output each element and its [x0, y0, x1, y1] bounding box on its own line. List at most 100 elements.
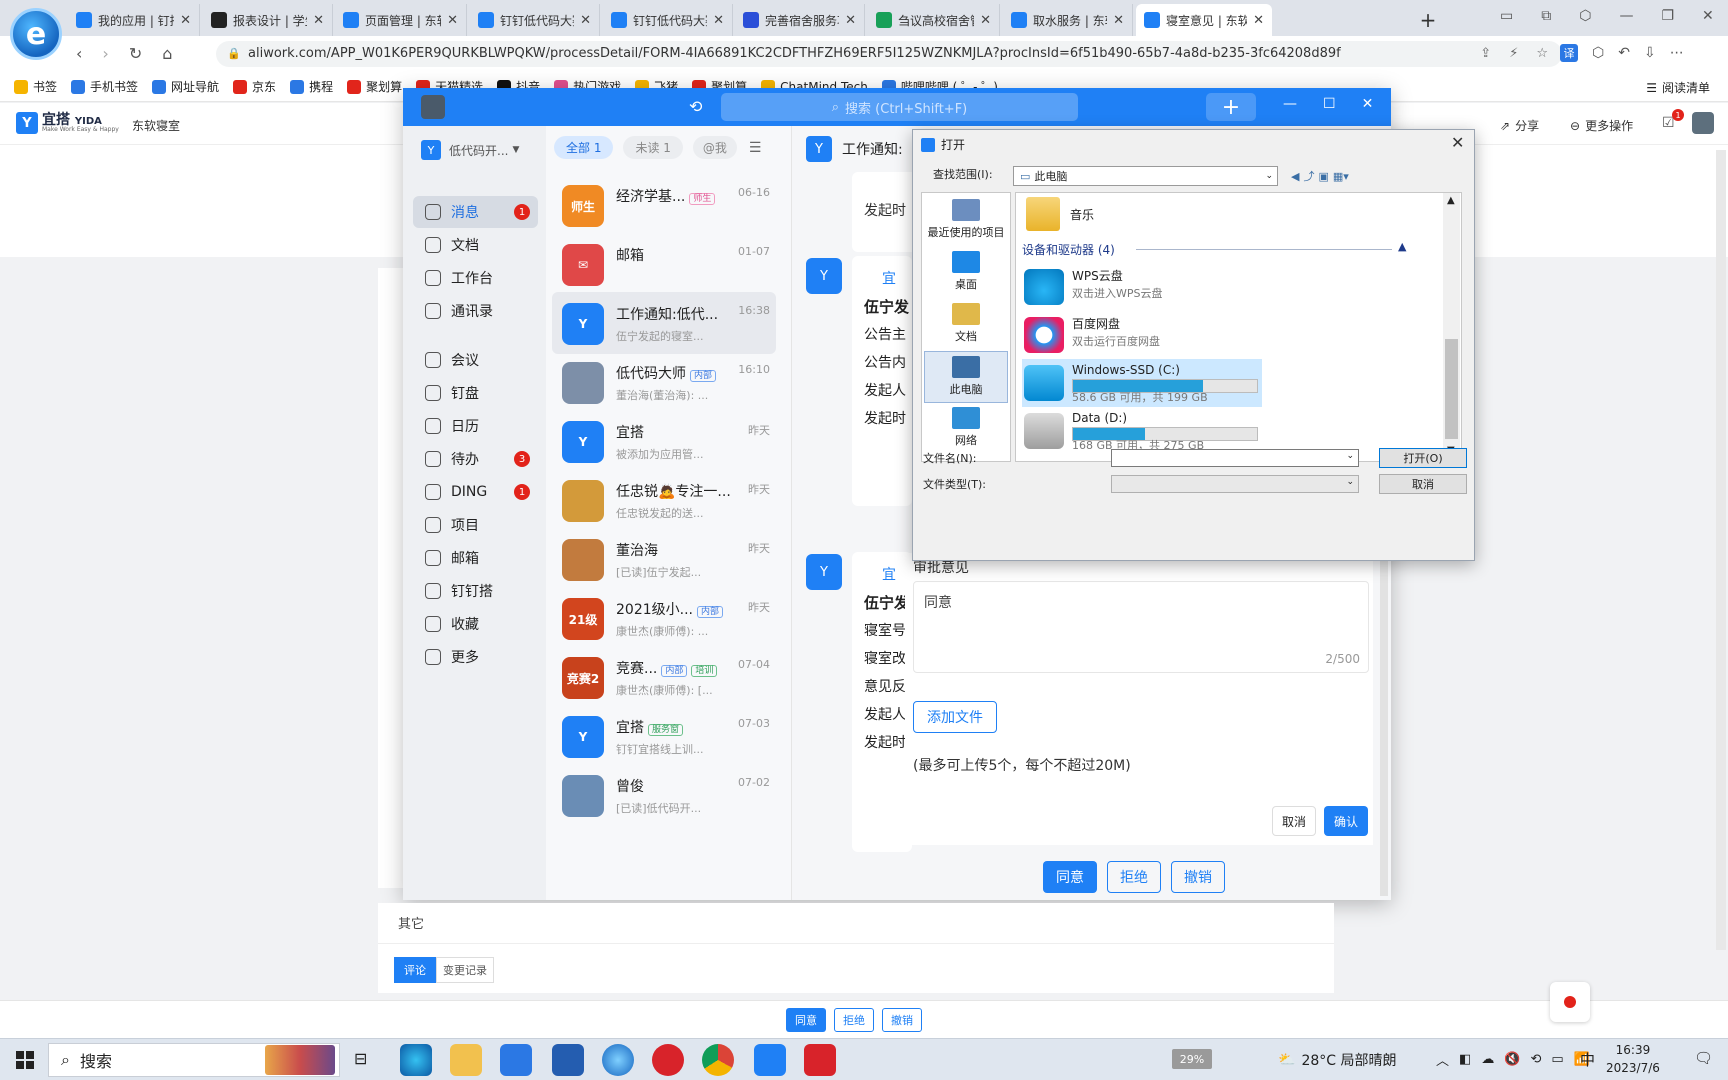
edge-icon[interactable] [400, 1044, 432, 1076]
translate-icon[interactable]: 译 [1560, 44, 1578, 62]
conversation-item[interactable]: ✉ 邮箱 01-07 [552, 233, 776, 295]
conversation-item[interactable]: 低代码大师 内部 16:10 董治海(董治海): ... [552, 351, 776, 413]
dt-close-button[interactable]: ✕ [1362, 96, 1374, 112]
tab-close-icon[interactable]: ✕ [713, 13, 724, 28]
dialog-close-button[interactable]: ✕ [1451, 133, 1464, 152]
todo-icon[interactable]: ☑ 1 [1662, 109, 1684, 131]
record-button[interactable] [1550, 982, 1590, 1022]
dialog-cancel-button[interactable]: 取消 [1379, 474, 1467, 494]
lookin-select[interactable]: ▭ 此电脑 ⌄ [1013, 166, 1278, 186]
browser-icon[interactable] [602, 1044, 634, 1076]
netease-music-icon[interactable] [652, 1044, 684, 1076]
tab-close-icon[interactable]: ✕ [447, 13, 458, 28]
conversation-item[interactable]: 竞赛2 竞赛... 内部 培训 07-04 康世杰(康师傅): [... [552, 646, 776, 708]
chrome-icon[interactable] [702, 1044, 734, 1076]
conversation-item[interactable]: 董治海 昨天 [已读]伍宁发起... [552, 528, 776, 590]
tab-history[interactable]: 变更记录 [436, 957, 494, 983]
bookmark-item[interactable]: 聚划算 [347, 78, 402, 95]
clock[interactable]: 16:39 2023/7/6 [1606, 1041, 1660, 1077]
collections-icon[interactable]: ⧉ [1541, 8, 1551, 24]
history-icon[interactable]: ⟲ [689, 97, 702, 116]
back-nav-icon[interactable]: ◀ [1291, 170, 1299, 183]
place-item[interactable]: 网络 [924, 403, 1008, 455]
nav-item-2[interactable]: 工作台 [413, 262, 538, 294]
nav-item-11[interactable]: 钉钉搭 [413, 575, 538, 607]
battery-icon[interactable]: ▭ [1551, 1052, 1563, 1067]
filename-input[interactable]: ⌄ [1111, 449, 1359, 467]
tab-comment[interactable]: 评论 [394, 957, 436, 983]
conversation-item[interactable]: 任忠锐🙇专注一... 昨天 任忠锐发起的送... [552, 469, 776, 531]
more-menu-icon[interactable]: ⋯ [1670, 45, 1684, 61]
approval-textarea[interactable]: 同意 2/500 [913, 581, 1369, 673]
nav-item-13[interactable]: 更多 [413, 641, 538, 673]
dt-maximize-button[interactable]: ☐ [1323, 96, 1336, 112]
taskbar-search[interactable]: ⌕ 搜索 [48, 1043, 340, 1077]
new-tab-button[interactable]: + [1414, 6, 1442, 34]
filter-mention[interactable]: @我 [692, 136, 737, 159]
nav-item-7[interactable]: 待办 3 [413, 443, 538, 475]
tab-6[interactable]: 完善宿舍服务功 ✕ [735, 4, 865, 36]
notification-icon[interactable]: 🗨 [1694, 1049, 1713, 1067]
nav-item-0[interactable]: 消息 1 [413, 196, 538, 228]
nav-item-1[interactable]: 文档 [413, 229, 538, 261]
bookmark-item[interactable]: 书签 [14, 78, 57, 95]
view-menu-icon[interactable]: ▦▾ [1333, 170, 1349, 183]
sidebar-icon[interactable]: ▭ [1500, 8, 1513, 24]
org-switcher[interactable]: Y 低代码开... ▼ [421, 140, 519, 160]
place-item[interactable]: 桌面 [924, 247, 1008, 299]
tab-5[interactable]: 钉钉低代码大赛 ✕ [603, 4, 733, 36]
tab-close-icon[interactable]: ✕ [580, 13, 591, 28]
conversation-item[interactable]: Y 宜搭 昨天 被添加为应用管... [552, 410, 776, 472]
windows-start-icon[interactable] [16, 1051, 34, 1069]
tab-close-icon[interactable]: ✕ [180, 13, 191, 28]
task-view-icon[interactable]: ⊟ [354, 1049, 367, 1068]
place-item[interactable]: 最近使用的项目 [924, 195, 1008, 247]
tab-3[interactable]: 页面管理 | 东软 ✕ [335, 4, 467, 36]
card-1[interactable]: 宜 伍宁发 公告主 公告内 发起人 发起时 [852, 256, 912, 506]
tab-7[interactable]: 刍议高校宿舍管 ✕ [868, 4, 1000, 36]
store-icon[interactable] [552, 1044, 584, 1076]
drive-item[interactable]: Windows-SSD (C:) 58.6 GB 可用，共 199 GB [1022, 359, 1262, 407]
nav-item-6[interactable]: 日历 [413, 410, 538, 442]
file-explorer-icon[interactable] [450, 1044, 482, 1076]
undo-icon[interactable]: ↶ [1618, 45, 1630, 61]
tab-4[interactable]: 钉钉低代码大赛 ✕ [470, 4, 600, 36]
add-file-button[interactable]: 添加文件 [913, 701, 997, 733]
conversation-item[interactable]: 师生 经济学基... 师生 06-16 [552, 174, 776, 236]
dingtalk-avatar[interactable] [421, 95, 445, 119]
place-item[interactable]: 此电脑 [924, 351, 1008, 403]
nav-item-9[interactable]: 项目 [413, 509, 538, 541]
add-button[interactable]: + [1206, 93, 1256, 121]
drive-item[interactable]: 百度网盘 双击运行百度网盘 [1022, 311, 1262, 359]
list-vscroll[interactable]: ▲ ▼ [1443, 193, 1460, 461]
weather[interactable]: ⛅ 28°C 局部晴朗 [1278, 1050, 1396, 1070]
browser-logo-icon[interactable]: e [10, 8, 62, 60]
extensions-icon[interactable]: ⬡ [1592, 45, 1604, 61]
collapse-icon[interactable]: ▲ [1398, 240, 1406, 253]
dt-minimize-button[interactable]: — [1283, 96, 1297, 112]
back-icon[interactable]: ‹ [76, 44, 82, 63]
place-item[interactable]: 文档 [924, 299, 1008, 351]
approval-confirm-button[interactable]: 确认 [1324, 806, 1368, 836]
conversation-item[interactable]: Y 宜搭 服务窗 07-03 钉钉宜搭线上训... [552, 705, 776, 767]
chat-reject-button[interactable]: 拒绝 [1107, 861, 1161, 893]
tray-cloud-icon[interactable]: ☁ [1481, 1052, 1494, 1067]
close-window-button[interactable]: ✕ [1702, 8, 1714, 24]
page-agree-button[interactable]: 同意 [786, 1008, 826, 1032]
tab-close-icon[interactable]: ✕ [845, 13, 856, 28]
filetype-select[interactable]: ⌄ [1111, 475, 1359, 493]
tab-close-icon[interactable]: ✕ [980, 13, 991, 28]
dingtalk-search-input[interactable]: ⌕ 搜索 (Ctrl+Shift+F) [721, 93, 1078, 121]
tab-close-icon[interactable]: ✕ [1253, 13, 1264, 28]
star-icon[interactable]: ☆ [1536, 41, 1548, 67]
nav-item-4[interactable]: 会议 [413, 344, 538, 376]
drive-item[interactable]: WPS云盘 双击进入WPS云盘 [1022, 263, 1262, 311]
filter-unread[interactable]: 未读 1 [623, 136, 683, 159]
tab-2[interactable]: 报表设计 | 学生 ✕ [203, 4, 333, 36]
bookmark-item[interactable]: 网址导航 [152, 78, 219, 95]
scroll-up-icon[interactable]: ▲ [1447, 195, 1455, 206]
org-name[interactable]: 东软寝室 [132, 117, 180, 134]
restore-button[interactable]: ❐ [1661, 8, 1674, 24]
tray-sync-icon[interactable]: ⟲ [1531, 1052, 1542, 1067]
chat-agree-button[interactable]: 同意 [1043, 861, 1097, 893]
